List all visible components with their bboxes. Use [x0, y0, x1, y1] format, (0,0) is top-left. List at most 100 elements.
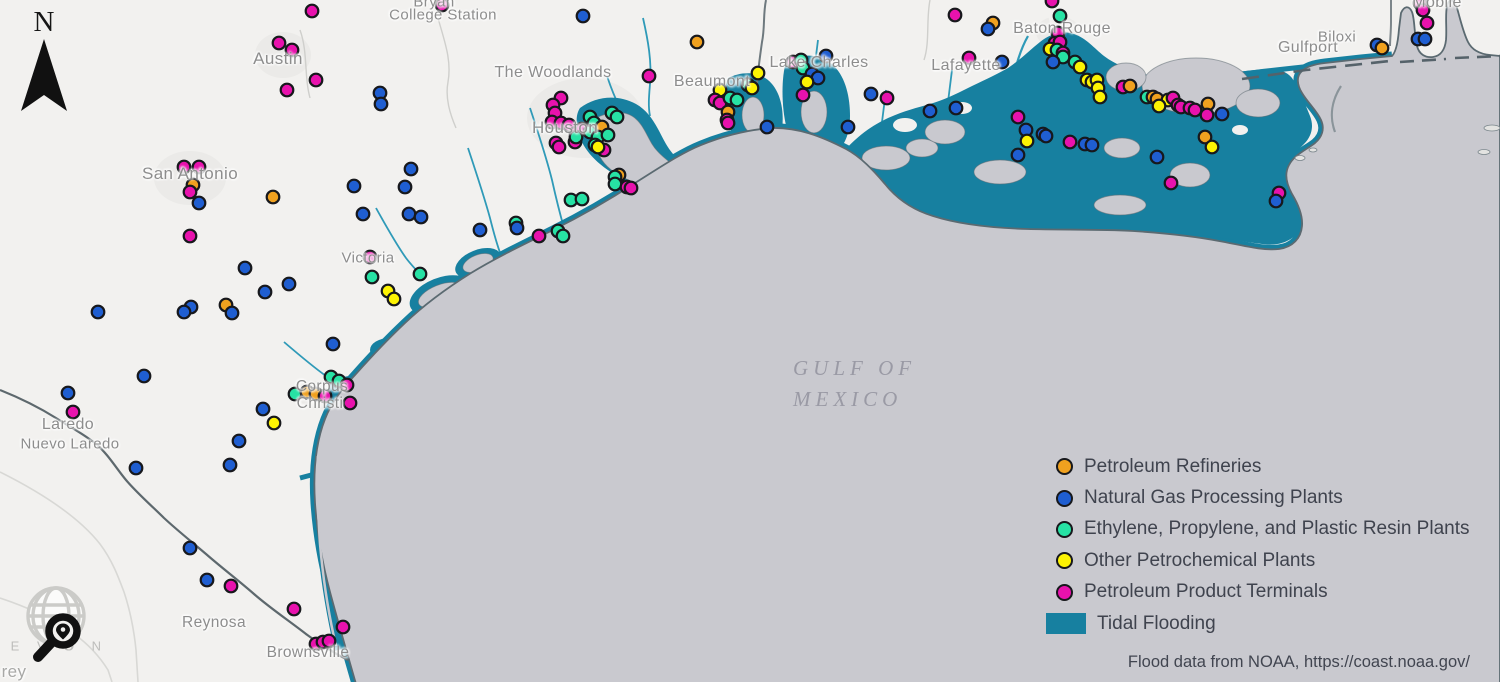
facility-dot-petroleum-terminal[interactable]: [310, 74, 323, 87]
facility-dot-natural-gas-plant[interactable]: [865, 88, 878, 101]
facility-dot-petroleum-terminal[interactable]: [1189, 104, 1202, 117]
facility-dot-ethylene-plastic-plant[interactable]: [731, 94, 744, 107]
facility-dot-natural-gas-plant[interactable]: [1419, 33, 1432, 46]
facility-dot-natural-gas-plant[interactable]: [201, 574, 214, 587]
facility-dot-petrochemical-plant[interactable]: [1206, 141, 1219, 154]
north-arrow-icon: [21, 39, 67, 111]
facility-dot-petroleum-terminal[interactable]: [533, 230, 546, 243]
facility-dot-natural-gas-plant[interactable]: [1040, 130, 1053, 143]
facility-dot-petroleum-terminal[interactable]: [625, 182, 638, 195]
facility-dot-petrochemical-plant[interactable]: [1021, 135, 1034, 148]
facility-dot-natural-gas-plant[interactable]: [1086, 139, 1099, 152]
facility-dot-natural-gas-plant[interactable]: [62, 387, 75, 400]
facility-dot-petroleum-terminal[interactable]: [1012, 111, 1025, 124]
facility-dot-natural-gas-plant[interactable]: [283, 278, 296, 291]
facility-dot-petroleum-refinery[interactable]: [267, 191, 280, 204]
facility-dot-natural-gas-plant[interactable]: [1151, 151, 1164, 164]
facility-dot-ethylene-plastic-plant[interactable]: [557, 230, 570, 243]
facility-dot-ethylene-plastic-plant[interactable]: [576, 193, 589, 206]
legend-item: Tidal Flooding: [1046, 608, 1470, 639]
facility-dot-natural-gas-plant[interactable]: [239, 262, 252, 275]
facility-dot-petrochemical-plant[interactable]: [268, 417, 281, 430]
facility-dot-petrochemical-plant[interactable]: [801, 76, 814, 89]
facility-dot-natural-gas-plant[interactable]: [842, 121, 855, 134]
facility-dot-petroleum-refinery[interactable]: [691, 36, 704, 49]
facility-dot-natural-gas-plant[interactable]: [193, 197, 206, 210]
facility-dot-petroleum-terminal[interactable]: [281, 84, 294, 97]
facility-dot-petroleum-terminal[interactable]: [225, 580, 238, 593]
facility-dot-petroleum-terminal[interactable]: [1421, 17, 1434, 30]
facility-dot-petrochemical-plant[interactable]: [592, 141, 605, 154]
facility-dot-petroleum-terminal[interactable]: [722, 117, 735, 130]
facility-dot-petroleum-terminal[interactable]: [288, 603, 301, 616]
facility-dot-petroleum-terminal[interactable]: [797, 89, 810, 102]
facility-dot-natural-gas-plant[interactable]: [1270, 195, 1283, 208]
facility-dot-petroleum-terminal[interactable]: [344, 397, 357, 410]
facility-dot-natural-gas-plant[interactable]: [577, 10, 590, 23]
facility-dot-natural-gas-plant[interactable]: [1047, 56, 1060, 69]
facility-dot-petrochemical-plant[interactable]: [388, 293, 401, 306]
facility-dot-natural-gas-plant[interactable]: [257, 403, 270, 416]
city-label-mobile: Mobile: [1412, 0, 1462, 12]
facility-dot-natural-gas-plant[interactable]: [924, 105, 937, 118]
city-label-brownsville: Brownsville: [267, 644, 350, 662]
facility-dot-petrochemical-plant[interactable]: [1074, 61, 1087, 74]
facility-dot-petrochemical-plant[interactable]: [1094, 91, 1107, 104]
facility-dot-natural-gas-plant[interactable]: [375, 98, 388, 111]
facility-dot-ethylene-plastic-plant[interactable]: [602, 129, 615, 142]
globe-magnifier-icon[interactable]: [16, 586, 100, 678]
facility-dot-natural-gas-plant[interactable]: [474, 224, 487, 237]
facility-dot-natural-gas-plant[interactable]: [259, 286, 272, 299]
facility-dot-natural-gas-plant[interactable]: [138, 370, 151, 383]
facility-dot-natural-gas-plant[interactable]: [399, 181, 412, 194]
facility-dot-petrochemical-plant[interactable]: [752, 67, 765, 80]
facility-dot-natural-gas-plant[interactable]: [403, 208, 416, 221]
attribution-text: Flood data from NOAA, https://coast.noaa…: [1128, 653, 1470, 672]
facility-dot-petroleum-terminal[interactable]: [643, 70, 656, 83]
facility-dot-petroleum-terminal[interactable]: [1201, 109, 1214, 122]
facility-dot-natural-gas-plant[interactable]: [950, 102, 963, 115]
facility-dot-ethylene-plastic-plant[interactable]: [611, 111, 624, 124]
facility-dot-petroleum-refinery[interactable]: [1376, 42, 1389, 55]
facility-dot-natural-gas-plant[interactable]: [130, 462, 143, 475]
facility-dot-petrochemical-plant[interactable]: [1153, 100, 1166, 113]
facility-dot-petroleum-terminal[interactable]: [184, 230, 197, 243]
facility-dot-natural-gas-plant[interactable]: [233, 435, 246, 448]
facility-dot-petroleum-refinery[interactable]: [1124, 80, 1137, 93]
facility-dot-natural-gas-plant[interactable]: [224, 459, 237, 472]
facility-dot-petroleum-terminal[interactable]: [1046, 0, 1059, 7]
facility-dot-natural-gas-plant[interactable]: [1216, 108, 1229, 121]
gulf-of-mexico-label: GULF OF MEXICO: [793, 353, 916, 415]
facility-dot-ethylene-plastic-plant[interactable]: [414, 268, 427, 281]
facility-dot-ethylene-plastic-plant[interactable]: [609, 178, 622, 191]
facility-dot-natural-gas-plant[interactable]: [1012, 149, 1025, 162]
facility-dot-petroleum-terminal[interactable]: [949, 9, 962, 22]
facility-dot-natural-gas-plant[interactable]: [405, 163, 418, 176]
legend: Petroleum RefineriesNatural Gas Processi…: [1046, 451, 1470, 639]
facility-dot-petroleum-terminal[interactable]: [184, 186, 197, 199]
facility-dot-natural-gas-plant[interactable]: [92, 306, 105, 319]
legend-swatch-rect: [1046, 613, 1086, 634]
facility-dot-petroleum-terminal[interactable]: [553, 141, 566, 154]
city-label-baton-rouge: Baton Rouge: [1013, 20, 1111, 38]
facility-dot-petroleum-terminal[interactable]: [1064, 136, 1077, 149]
facility-dot-natural-gas-plant[interactable]: [348, 180, 361, 193]
facility-dot-natural-gas-plant[interactable]: [327, 338, 340, 351]
facility-dot-natural-gas-plant[interactable]: [982, 23, 995, 36]
facility-dot-petroleum-terminal[interactable]: [337, 621, 350, 634]
facility-dot-ethylene-plastic-plant[interactable]: [366, 271, 379, 284]
facility-dot-petroleum-terminal[interactable]: [881, 92, 894, 105]
facility-dot-natural-gas-plant[interactable]: [511, 222, 524, 235]
city-label-college-station: College Station: [389, 7, 497, 24]
city-label-nuevo-laredo: Nuevo Laredo: [20, 436, 119, 453]
facility-dot-natural-gas-plant[interactable]: [357, 208, 370, 221]
facility-dot-natural-gas-plant[interactable]: [184, 542, 197, 555]
facility-dot-petroleum-terminal[interactable]: [273, 37, 286, 50]
facility-dot-natural-gas-plant[interactable]: [178, 306, 191, 319]
facility-dot-natural-gas-plant[interactable]: [226, 307, 239, 320]
legend-label: Other Petrochemical Plants: [1084, 550, 1315, 572]
facility-dot-natural-gas-plant[interactable]: [415, 211, 428, 224]
facility-dot-petroleum-terminal[interactable]: [306, 5, 319, 18]
facility-dot-natural-gas-plant[interactable]: [761, 121, 774, 134]
facility-dot-petroleum-terminal[interactable]: [1165, 177, 1178, 190]
